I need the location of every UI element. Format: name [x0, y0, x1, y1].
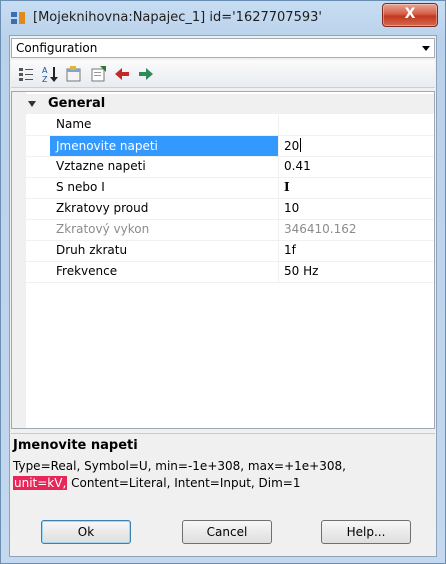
app-icon: [11, 12, 25, 24]
property-grid: General Name Jmenovite napeti 20 Vztazne…: [11, 91, 435, 429]
property-row-selected[interactable]: Jmenovite napeti 20: [26, 136, 434, 157]
property-name: Name: [56, 117, 92, 131]
property-name: S nebo I: [56, 180, 105, 194]
cancel-button[interactable]: Cancel: [182, 520, 272, 544]
property-row[interactable]: Vztazne napeti 0.41: [26, 157, 434, 178]
column-divider: [278, 157, 279, 177]
dialog-window: [Mojeknihovna:Napajec_1] id='1627707593'…: [0, 0, 446, 564]
property-row-readonly[interactable]: Zkratový vykon 346410.162: [26, 220, 434, 241]
description-text: Type=Real, Symbol=U, min=-1e+308, max=+1…: [13, 458, 433, 492]
column-divider: [278, 262, 279, 282]
window-title: [Mojeknihovna:Napajec_1] id='1627707593': [33, 10, 322, 25]
red-arrow-icon[interactable]: [113, 65, 131, 83]
help-button[interactable]: Help...: [321, 520, 411, 544]
property-value[interactable]: I: [284, 180, 290, 194]
description-line-1: Type=Real, Symbol=U, min=-1e+308, max=+1…: [13, 459, 346, 473]
grid-gutter: [12, 92, 26, 428]
property-pages-icon[interactable]: [65, 65, 83, 83]
toolbar: A Z: [11, 60, 435, 88]
description-title: Jmenovite napeti: [13, 438, 138, 453]
export-icon[interactable]: [89, 65, 107, 83]
text-caret: [300, 138, 302, 152]
close-icon: X: [404, 6, 416, 22]
ok-button[interactable]: Ok: [41, 520, 131, 544]
object-selector[interactable]: Configuration: [11, 38, 435, 58]
description-panel: Jmenovite napeti Type=Real, Symbol=U, mi…: [11, 433, 435, 508]
column-divider: [278, 241, 279, 261]
property-value[interactable]: 1f: [284, 243, 296, 257]
property-row[interactable]: Name: [26, 115, 434, 136]
property-row[interactable]: Zkratovy proud 10: [26, 199, 434, 220]
alphabetical-sort-icon[interactable]: A Z: [41, 65, 59, 83]
property-row[interactable]: Frekvence 50 Hz: [26, 262, 434, 283]
column-divider: [278, 220, 279, 240]
property-name: Frekvence: [56, 264, 118, 278]
category-row[interactable]: General: [12, 94, 434, 114]
property-name: Vztazne napeti: [56, 159, 146, 173]
column-divider: [278, 178, 279, 198]
column-divider: [278, 136, 279, 156]
unit-highlight: unit=kV,: [13, 476, 68, 490]
close-button[interactable]: X: [382, 3, 438, 27]
property-value-input[interactable]: 20: [284, 139, 299, 153]
property-value: 346410.162: [284, 222, 357, 236]
property-row[interactable]: S nebo I I: [26, 178, 434, 199]
chevron-down-icon[interactable]: [422, 46, 430, 51]
client-area: Configuration A Z General Name Jmenovite…: [9, 35, 437, 557]
property-name: Zkratovy proud: [56, 201, 149, 215]
column-divider: [278, 199, 279, 219]
column-divider: [278, 115, 279, 135]
property-row[interactable]: Druh zkratu 1f: [26, 241, 434, 262]
object-selector-value: Configuration: [16, 41, 98, 55]
categorized-icon[interactable]: [17, 65, 35, 83]
property-value-editor[interactable]: 20: [284, 138, 302, 153]
property-name: Jmenovite napeti: [50, 136, 278, 156]
button-bar: Ok Cancel Help...: [11, 512, 435, 556]
category-label: General: [48, 96, 106, 111]
property-value[interactable]: 50 Hz: [284, 264, 318, 278]
property-name: Zkratový vykon: [56, 222, 150, 236]
title-bar[interactable]: [Mojeknihovna:Napajec_1] id='1627707593'…: [1, 1, 445, 35]
svg-text:Z: Z: [42, 75, 48, 83]
property-value[interactable]: 0.41: [284, 159, 311, 173]
collapse-icon[interactable]: [28, 101, 36, 107]
svg-text:A: A: [42, 66, 48, 75]
description-line-2: Content=Literal, Intent=Input, Dim=1: [67, 476, 301, 490]
green-arrow-icon[interactable]: [137, 65, 155, 83]
property-name: Druh zkratu: [56, 243, 128, 257]
property-value[interactable]: 10: [284, 201, 299, 215]
